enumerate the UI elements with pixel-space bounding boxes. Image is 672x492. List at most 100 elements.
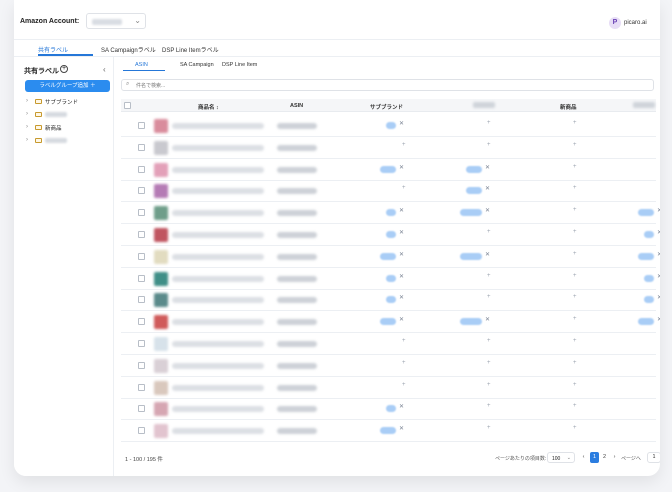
tab-sa-campaign-labels[interactable]: SA Campaignラベル bbox=[101, 45, 156, 54]
close-icon[interactable]: ✕ bbox=[399, 425, 404, 432]
add-label-icon[interactable]: + bbox=[60, 65, 68, 73]
add-label-icon[interactable]: + bbox=[573, 120, 577, 126]
close-icon[interactable]: ✕ bbox=[485, 164, 490, 171]
collapse-sidebar-icon[interactable]: ‹ bbox=[103, 65, 106, 74]
search-box[interactable]: ⌕ bbox=[121, 79, 654, 91]
add-label-icon[interactable]: + bbox=[487, 294, 491, 300]
add-label-icon[interactable]: + bbox=[573, 273, 577, 279]
add-label-icon[interactable]: + bbox=[573, 338, 577, 344]
table-row[interactable]: ✕ + ✕ + bbox=[121, 268, 660, 290]
close-icon[interactable]: ✕ bbox=[485, 207, 490, 214]
table-row[interactable]: ✕+++ bbox=[121, 420, 656, 443]
table-row[interactable]: ✕+++ bbox=[121, 115, 656, 137]
page-1-button[interactable]: 1 bbox=[590, 452, 599, 463]
add-label-icon[interactable]: + bbox=[402, 338, 406, 344]
add-label-icon[interactable]: + bbox=[487, 273, 491, 279]
label-group-item[interactable]: › 新商品 bbox=[26, 123, 106, 133]
table-row[interactable]: ✕✕++ bbox=[121, 159, 656, 181]
add-label-icon[interactable]: + bbox=[573, 251, 577, 257]
chevron-right-icon[interactable]: › bbox=[26, 98, 28, 104]
add-label-icon[interactable]: + bbox=[487, 403, 491, 409]
table-row[interactable]: +✕++ bbox=[121, 180, 656, 203]
row-checkbox[interactable] bbox=[138, 318, 145, 326]
close-icon[interactable]: ✕ bbox=[657, 207, 660, 214]
add-label-icon[interactable]: + bbox=[573, 403, 577, 409]
row-checkbox[interactable] bbox=[138, 405, 145, 413]
user-menu[interactable]: picaro.ai bbox=[624, 20, 647, 26]
close-icon[interactable]: ✕ bbox=[399, 294, 404, 301]
add-label-icon[interactable]: + bbox=[573, 207, 577, 213]
add-label-icon[interactable]: + bbox=[402, 360, 406, 366]
add-label-icon[interactable]: + bbox=[573, 360, 577, 366]
subtab-sa-campaign[interactable]: SA Campaign bbox=[180, 62, 214, 68]
row-checkbox[interactable] bbox=[138, 296, 145, 304]
row-checkbox[interactable] bbox=[138, 231, 145, 238]
close-icon[interactable]: ✕ bbox=[399, 229, 404, 236]
label-group-item[interactable]: › サブブランド bbox=[26, 97, 106, 107]
tab-shared-labels[interactable]: 共有ラベル bbox=[38, 45, 68, 54]
account-select[interactable]: ⌄ bbox=[86, 13, 146, 29]
row-checkbox[interactable] bbox=[138, 340, 145, 347]
chevron-right-icon[interactable]: › bbox=[26, 137, 28, 143]
close-icon[interactable]: ✕ bbox=[399, 316, 404, 323]
add-label-icon[interactable]: + bbox=[402, 142, 406, 148]
add-label-icon[interactable]: + bbox=[487, 338, 491, 344]
add-label-icon[interactable]: + bbox=[487, 425, 491, 431]
close-icon[interactable]: ✕ bbox=[657, 294, 660, 301]
add-label-icon[interactable]: + bbox=[402, 185, 406, 191]
close-icon[interactable]: ✕ bbox=[485, 316, 490, 323]
close-icon[interactable]: ✕ bbox=[485, 185, 490, 192]
page-2-button[interactable]: 2 bbox=[600, 452, 609, 463]
select-all-checkbox[interactable] bbox=[124, 102, 131, 109]
jump-to-page-input[interactable]: 1 bbox=[647, 452, 660, 463]
row-checkbox[interactable] bbox=[138, 165, 145, 173]
add-label-icon[interactable]: + bbox=[573, 229, 577, 235]
add-label-icon[interactable]: + bbox=[573, 164, 577, 170]
close-icon[interactable]: ✕ bbox=[657, 251, 660, 258]
add-label-group-button[interactable]: ラベルグループ追加 ＋ bbox=[25, 80, 110, 92]
close-icon[interactable]: ✕ bbox=[657, 273, 660, 280]
next-page-button[interactable]: › bbox=[610, 452, 619, 463]
add-label-icon[interactable]: + bbox=[487, 229, 491, 235]
add-label-icon[interactable]: + bbox=[573, 294, 577, 300]
add-label-icon[interactable]: + bbox=[573, 185, 577, 191]
add-label-icon[interactable]: + bbox=[487, 142, 491, 148]
column-product-name[interactable]: 商品名 ↕ bbox=[198, 103, 219, 111]
row-checkbox[interactable] bbox=[138, 274, 145, 282]
add-label-icon[interactable]: + bbox=[573, 142, 577, 148]
add-label-icon[interactable]: + bbox=[573, 425, 577, 431]
tab-dsp-line-item-labels[interactable]: DSP Line Itemラベル bbox=[162, 45, 219, 54]
close-icon[interactable]: ✕ bbox=[399, 251, 404, 258]
chevron-right-icon[interactable]: › bbox=[26, 124, 28, 130]
table-row[interactable]: ✕ ✕ ✕ + bbox=[121, 311, 660, 334]
table-row[interactable]: ✕ + ✕ + bbox=[121, 224, 660, 246]
avatar[interactable]: P bbox=[609, 17, 621, 29]
close-icon[interactable]: ✕ bbox=[399, 120, 404, 127]
close-icon[interactable]: ✕ bbox=[657, 229, 660, 236]
table-row[interactable]: ✕ ✕ ✕ + bbox=[121, 246, 660, 268]
add-label-icon[interactable]: + bbox=[573, 382, 577, 388]
row-checkbox[interactable] bbox=[138, 122, 145, 129]
row-checkbox[interactable] bbox=[138, 143, 145, 151]
close-icon[interactable]: ✕ bbox=[399, 207, 404, 214]
subtab-asin[interactable]: ASIN bbox=[135, 62, 148, 68]
row-checkbox[interactable] bbox=[138, 361, 145, 369]
close-icon[interactable]: ✕ bbox=[399, 403, 404, 410]
table-row[interactable]: ✕ + ✕ + bbox=[121, 289, 660, 312]
prev-page-button[interactable]: ‹ bbox=[579, 452, 588, 463]
label-group-item[interactable]: › bbox=[26, 110, 106, 120]
table-row[interactable]: ✕ ✕ ✕ + bbox=[121, 202, 660, 225]
table-row[interactable]: ++++ bbox=[121, 377, 656, 399]
add-label-icon[interactable]: + bbox=[402, 382, 406, 388]
row-checkbox[interactable] bbox=[138, 209, 145, 217]
per-page-select[interactable]: 100 ⌄ bbox=[547, 452, 575, 463]
row-checkbox[interactable] bbox=[138, 427, 145, 435]
row-checkbox[interactable] bbox=[138, 383, 145, 391]
close-icon[interactable]: ✕ bbox=[657, 316, 660, 323]
add-label-icon[interactable]: + bbox=[487, 382, 491, 388]
table-row[interactable]: ++++ bbox=[121, 333, 656, 355]
search-input[interactable] bbox=[136, 82, 336, 89]
table-row[interactable]: ++++ bbox=[121, 137, 656, 159]
subtab-dsp-line-item[interactable]: DSP Line Item bbox=[222, 62, 257, 68]
close-icon[interactable]: ✕ bbox=[485, 251, 490, 258]
